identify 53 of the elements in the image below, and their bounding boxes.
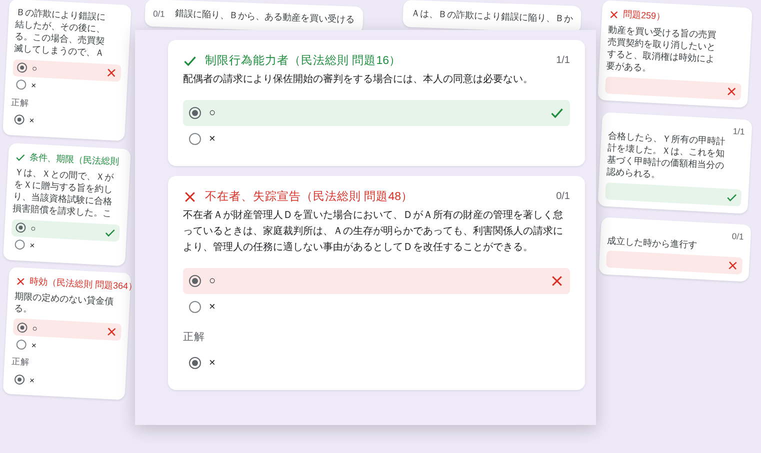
radio-button[interactable] (189, 301, 201, 313)
question-text: 不在者Ａが財産管理人Ｄを置いた場合において、ＤがＡ所有の財産の管理を著しく怠っているときは、家庭裁判所は、Ａの生存が明らかであっても、利害関係人の請求により、管理人の任務に適しない事由があるとしてＤを改任することができる。 (183, 208, 564, 255)
question-title: 時効（民法総則 問題364） (29, 275, 135, 292)
score: 0/1 (556, 191, 570, 202)
option-label: ○ (209, 275, 216, 287)
question-text: 成立した時から進行す (607, 236, 698, 250)
option-label: ○ (30, 222, 36, 234)
radio-button[interactable] (189, 275, 201, 287)
question-text: Ａは、Ｂの詐欺により錯誤に陥り、Ｂか (410, 8, 573, 24)
option-label: × (31, 340, 37, 350)
question-text: る。 (14, 303, 32, 314)
question-title: 問題259） (622, 8, 666, 24)
question-title: 制限行為能力者（民法総則 問題16） (205, 54, 402, 68)
answer-option[interactable]: × (183, 294, 570, 320)
score: 0/1 (732, 231, 744, 242)
radio-button[interactable] (16, 62, 28, 73)
question-text: 認められる。 (606, 166, 661, 180)
score: 0/1 (152, 8, 166, 18)
answer-option[interactable]: ○ (12, 58, 122, 82)
question-text: 錯誤に陥り、Ｂから、ある動産を買い受ける (174, 8, 355, 25)
radio-button[interactable] (15, 222, 26, 232)
question-text: 要がある。 (606, 60, 652, 74)
option-label: ○ (32, 63, 38, 74)
correct-answer-heading: 正解 (11, 356, 31, 370)
answer-option[interactable]: ○ (11, 218, 120, 241)
correct-answer-heading: 正解 (183, 330, 206, 344)
question-text: 配偶者の請求により保佐開始の審判をする場合には、本人の同意は必要ない。 (183, 72, 534, 87)
answer-option[interactable]: ○ (12, 318, 122, 342)
radio-button[interactable] (189, 133, 201, 145)
option-label: × (30, 80, 36, 90)
answer-option[interactable]: × (183, 126, 570, 152)
option-label: × (29, 115, 35, 126)
radio-button[interactable] (16, 339, 27, 350)
question-text: Ｙは、Ｘとの間で、Ｘが (14, 166, 114, 182)
radio-button[interactable] (14, 238, 26, 250)
option-label: × (30, 240, 36, 250)
answer-option[interactable]: ○ (183, 100, 570, 126)
question-text: 滅してしまうので、Ａ (14, 44, 104, 58)
score: 1/1 (556, 55, 570, 66)
correct-answer-heading: 正解 (10, 96, 30, 110)
radio-button[interactable] (189, 107, 201, 119)
option-label: ○ (209, 107, 216, 119)
option-label: × (209, 301, 216, 313)
option-label: × (209, 133, 216, 145)
answer-option[interactable]: ○ (183, 268, 570, 294)
option-label: × (209, 357, 216, 369)
question-title: 不在者、失踪宣告（民法総則 問題48） (205, 189, 414, 204)
question-title: 条件、期限（民法総則 (29, 150, 120, 168)
score: 1/1 (732, 126, 745, 136)
option-label: ○ (32, 323, 38, 334)
radio-button[interactable] (17, 322, 28, 333)
option-label: × (29, 375, 35, 386)
radio-button[interactable] (16, 79, 26, 90)
